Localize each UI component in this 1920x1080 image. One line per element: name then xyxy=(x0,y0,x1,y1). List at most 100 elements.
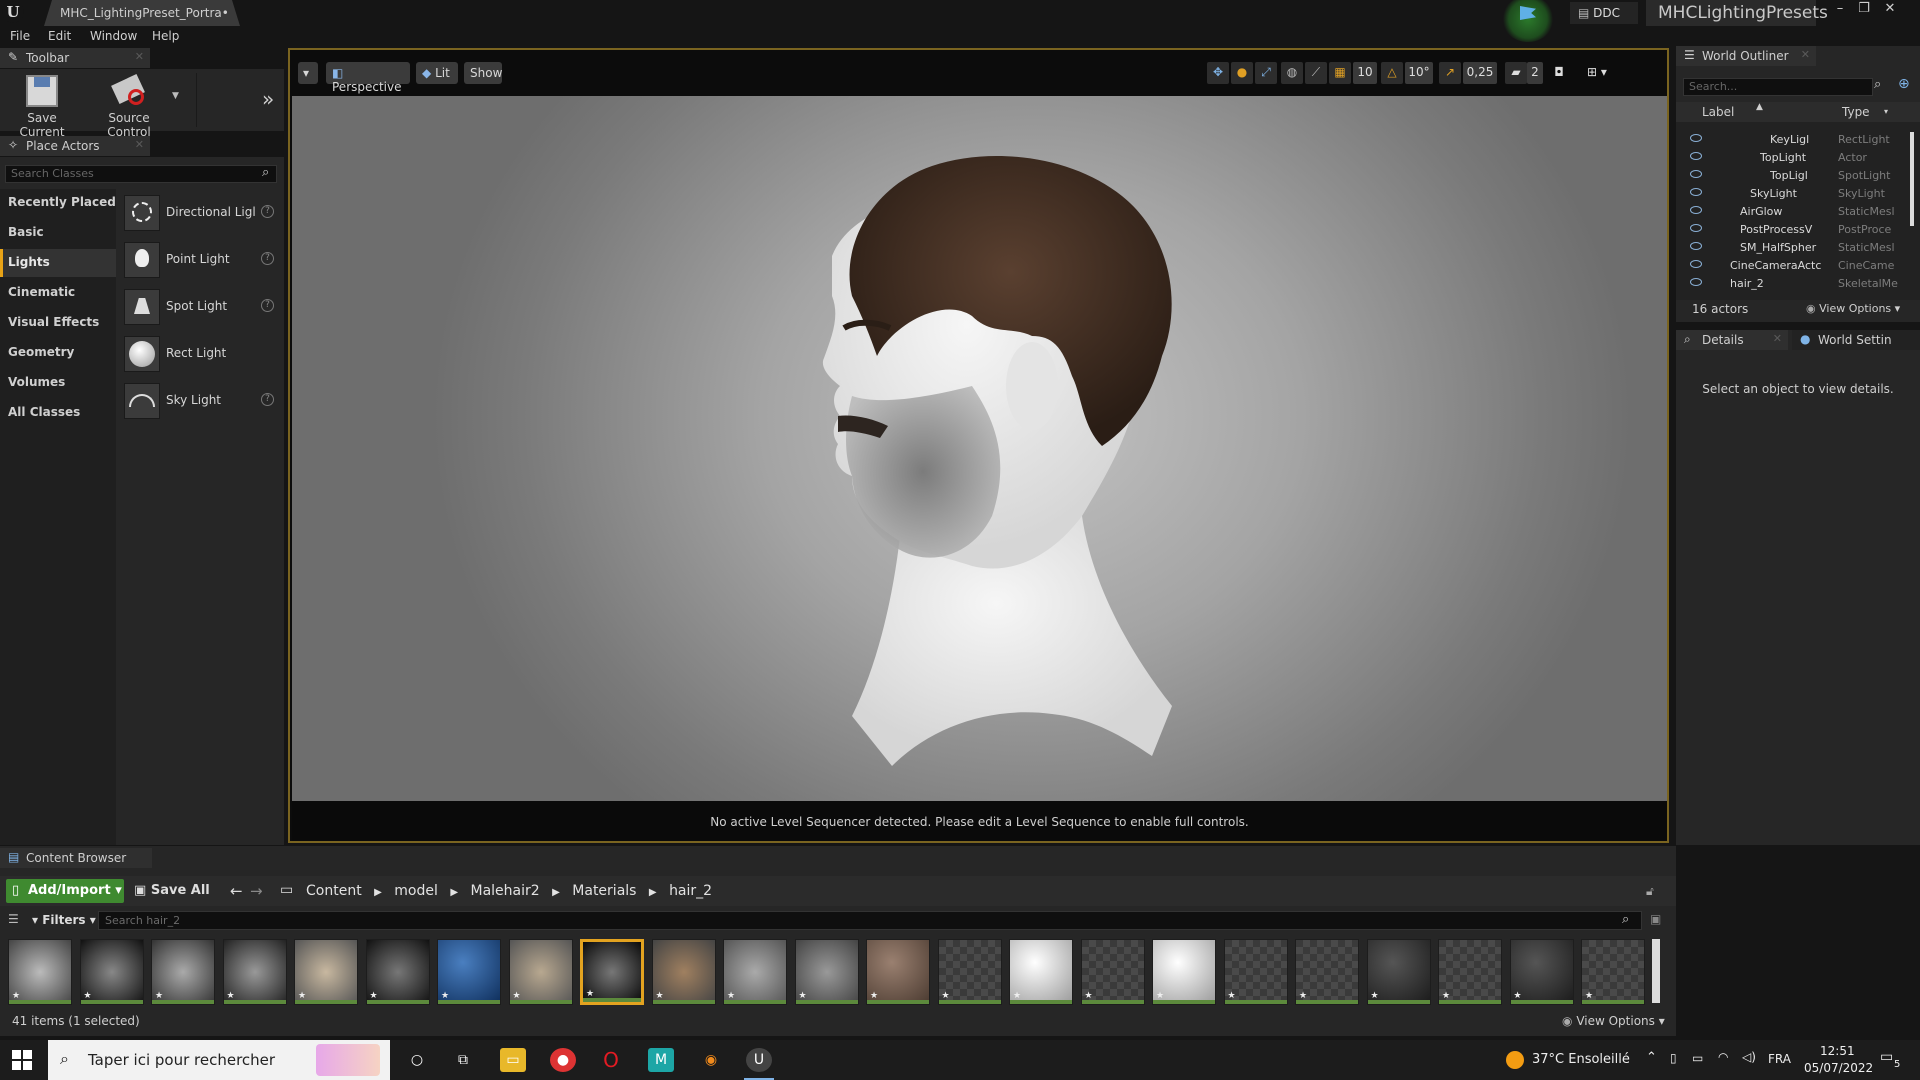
favorite-star-icon[interactable]: ★ xyxy=(727,991,735,1001)
asset-thumbnail[interactable]: ★ xyxy=(222,939,287,1005)
breadcrumb-hair-2[interactable]: hair_2 xyxy=(669,883,712,899)
breadcrumb-content[interactable]: Content xyxy=(306,883,362,899)
favorite-star-icon[interactable]: ★ xyxy=(513,991,521,1001)
asset-thumbnail[interactable]: ★ xyxy=(1366,939,1431,1005)
asset-thumbnail[interactable]: ★ xyxy=(1581,939,1645,1005)
ddc-button[interactable]: ▤ DDC xyxy=(1570,2,1638,24)
category-volumes[interactable]: Volumes xyxy=(0,369,116,397)
ddc-status-icon[interactable] xyxy=(1502,0,1554,42)
clock-time[interactable]: 12:51 xyxy=(1820,1044,1855,1058)
level-viewport[interactable]: ▾ ◧ Perspective ◆ Lit Show ✥ ● ⤢ ◍ ⟋ ▦ 1… xyxy=(288,48,1669,843)
chevron-up-icon[interactable]: ⌃ xyxy=(1646,1050,1657,1065)
category-basic[interactable]: Basic xyxy=(0,219,116,247)
grid-snap-value[interactable]: 10 xyxy=(1353,62,1377,84)
asset-thumbnail[interactable]: ★ xyxy=(937,939,1002,1005)
help-icon[interactable]: ? xyxy=(261,205,274,218)
close-icon[interactable]: ✕ xyxy=(135,138,144,151)
sources-toggle-icon[interactable]: ☰ xyxy=(8,912,19,926)
save-search-icon[interactable]: ▣ xyxy=(1650,912,1661,926)
tab-toolbar[interactable]: ✎ Toolbar ✕ xyxy=(0,48,150,68)
favorite-star-icon[interactable]: ★ xyxy=(298,991,306,1001)
asset-thumbnail[interactable]: ★ xyxy=(651,939,716,1005)
outliner-row[interactable]: KeyLigl RectLight xyxy=(1676,131,1912,149)
maximize-button[interactable]: ❐ xyxy=(1852,0,1876,20)
help-icon[interactable]: ? xyxy=(261,299,274,312)
asset-thumbnail[interactable]: ★ xyxy=(1509,939,1574,1005)
favorite-star-icon[interactable]: ★ xyxy=(799,991,807,1001)
favorite-star-icon[interactable]: ★ xyxy=(1514,991,1522,1001)
category-cinematic[interactable]: Cinematic xyxy=(0,279,116,307)
layout-icon[interactable]: ⊞ ▾ xyxy=(1575,62,1619,84)
viewport-render[interactable] xyxy=(292,96,1667,801)
favorite-star-icon[interactable]: ★ xyxy=(1299,991,1307,1001)
asset-thumbnail[interactable]: ★ xyxy=(8,939,72,1005)
task-view-icon[interactable]: ⧉ xyxy=(450,1048,476,1072)
scale-snap-value[interactable]: 0,25 xyxy=(1463,62,1497,84)
favorite-star-icon[interactable]: ★ xyxy=(942,991,950,1001)
surface-snap-icon[interactable]: ⟋ xyxy=(1305,62,1327,84)
outliner-row[interactable]: PostProcessV PostProce xyxy=(1676,221,1912,239)
outliner-row[interactable]: hair_2 SkeletalMe xyxy=(1676,275,1912,293)
metahuman-icon[interactable]: M xyxy=(648,1048,674,1072)
tab-details[interactable]: ⌕ Details ✕ xyxy=(1676,330,1788,350)
rotation-snap-value[interactable]: 10° xyxy=(1405,62,1433,84)
add-import-button[interactable]: ▯ Add/Import ▾ xyxy=(6,879,124,903)
asset-thumbnail[interactable]: ★ xyxy=(1295,939,1359,1005)
lock-icon[interactable]: 🔓︎ xyxy=(1646,884,1654,899)
scale-snap-icon[interactable]: ↗ xyxy=(1439,62,1461,84)
visibility-eye-icon[interactable] xyxy=(1690,152,1702,160)
chevron-down-icon[interactable]: ▾ xyxy=(1884,107,1888,116)
visibility-eye-icon[interactable] xyxy=(1690,260,1702,268)
asset-thumbnail[interactable]: ★ xyxy=(294,939,358,1005)
back-arrow-icon[interactable]: ← xyxy=(230,882,243,900)
favorite-star-icon[interactable]: ★ xyxy=(227,991,235,1001)
favorite-star-icon[interactable]: ★ xyxy=(870,991,878,1001)
asset-thumbnail[interactable]: ★ xyxy=(79,939,144,1005)
notifications-icon[interactable]: ▭ xyxy=(1880,1049,1893,1065)
breadcrumb-model[interactable]: model xyxy=(394,883,438,899)
source-control-button[interactable]: Source Control xyxy=(86,73,172,139)
favorite-star-icon[interactable]: ★ xyxy=(1085,991,1093,1001)
tab-world-settings[interactable]: ● World Settin xyxy=(1792,330,1920,350)
favorite-star-icon[interactable]: ★ xyxy=(586,989,594,999)
favorite-star-icon[interactable]: ★ xyxy=(1585,991,1593,1001)
actor-sky-light[interactable]: Sky Light ? xyxy=(124,381,280,421)
outliner-row[interactable]: AirGlow StaticMesl xyxy=(1676,203,1912,221)
favorite-star-icon[interactable]: ★ xyxy=(1442,991,1450,1001)
world-space-icon[interactable]: ◍ xyxy=(1281,62,1303,84)
grid-snap-icon[interactable]: ▦ xyxy=(1329,62,1351,84)
folder-tree-icon[interactable]: ▭ xyxy=(280,882,293,898)
content-view-options[interactable]: ◉ View Options ▾ xyxy=(1562,1014,1665,1028)
asset-thumbnail[interactable]: ★ xyxy=(151,939,215,1005)
asset-thumbnail[interactable]: ★ xyxy=(580,939,644,1005)
close-icon[interactable]: ✕ xyxy=(135,50,144,63)
actor-spot-light[interactable]: Spot Light ? xyxy=(124,287,280,327)
unreal-logo-icon[interactable]: U xyxy=(2,1,24,23)
save-all-button[interactable]: ▣ Save All xyxy=(134,883,210,898)
actor-point-light[interactable]: Point Light ? xyxy=(124,240,280,280)
asset-thumbnail[interactable]: ★ xyxy=(723,939,787,1005)
wifi-icon[interactable]: ◠ xyxy=(1718,1050,1728,1064)
actor-rect-light[interactable]: Rect Light xyxy=(124,334,280,374)
visibility-eye-icon[interactable] xyxy=(1690,188,1702,196)
visibility-eye-icon[interactable] xyxy=(1690,170,1702,178)
menu-edit[interactable]: Edit xyxy=(48,29,71,43)
add-icon[interactable]: ⊕ xyxy=(1898,76,1910,92)
close-icon[interactable]: ✕ xyxy=(1801,48,1810,61)
tab-content-browser[interactable]: ▤ Content Browser xyxy=(0,848,152,868)
device-icon[interactable]: ▯ xyxy=(1670,1051,1677,1065)
category-lights[interactable]: Lights xyxy=(0,249,116,277)
asset-thumbnail[interactable]: ★ xyxy=(1080,939,1145,1005)
menu-help[interactable]: Help xyxy=(152,29,179,43)
language-indicator[interactable]: FRA xyxy=(1768,1052,1791,1066)
favorite-star-icon[interactable]: ★ xyxy=(441,991,449,1001)
favorite-star-icon[interactable]: ★ xyxy=(12,991,20,1001)
rotate-icon[interactable]: ● xyxy=(1231,62,1253,84)
visibility-eye-icon[interactable] xyxy=(1690,206,1702,214)
windows-start-icon[interactable] xyxy=(12,1050,32,1070)
category-recently-placed[interactable]: Recently Placed xyxy=(0,189,116,217)
cortana-icon[interactable]: ○ xyxy=(404,1048,430,1072)
visibility-eye-icon[interactable] xyxy=(1690,242,1702,250)
asset-scrollbar[interactable] xyxy=(1652,939,1660,1003)
camera-speed-icon[interactable]: ▰ xyxy=(1505,62,1527,84)
